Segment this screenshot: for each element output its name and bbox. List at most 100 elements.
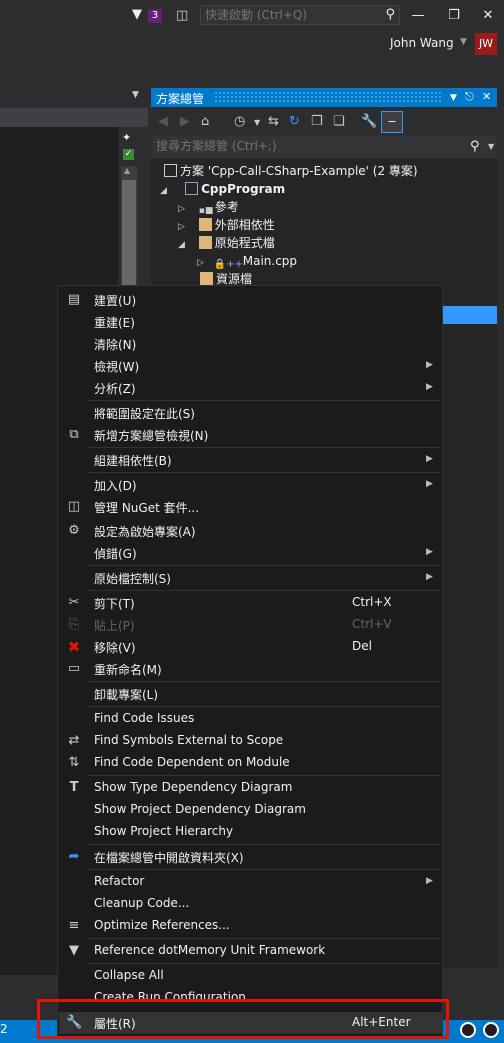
show-all-files-icon[interactable]: ❏ [333,114,345,129]
menu-separator [88,844,440,845]
title-grip[interactable] [214,91,442,103]
tree-main-cpp[interactable]: ▷ 🔒++Main.cpp [197,252,297,270]
menu-item-find-symbols-external[interactable]: ⇄ Find Symbols External to Scope [59,730,442,752]
menu-item-paste[interactable]: ⎘ 貼上(P) Ctrl+V [59,614,442,636]
menu-item-optimize-refs[interactable]: ≡ Optimize References... [59,915,442,937]
tree-references[interactable]: ▷ ▪■參考 [178,198,239,216]
back-icon[interactable]: ◀ [158,114,168,129]
window-position-icon[interactable]: ▼ [450,93,457,103]
avatar[interactable]: JW [475,33,497,55]
solution-search-box[interactable] [151,136,497,158]
menu-item-rebuild[interactable]: 重建(E) [59,311,442,333]
refresh-icon[interactable]: ↻ [289,114,300,129]
pending-changes-icon[interactable]: ◷ [234,114,245,129]
menu-label: Show Project Hierarchy [94,824,234,838]
menu-item-cut[interactable]: ✂ 剪下(T) Ctrl+X [59,592,442,614]
tree-external-deps[interactable]: ▷ 外部相依性 [178,216,275,234]
menu-item-clean[interactable]: 清除(N) [59,333,442,355]
tree-project[interactable]: ◢ CppProgram [160,180,285,198]
menu-item-find-code-dependent[interactable]: ⇅ Find Code Dependent on Module [59,752,442,774]
collapsed-arrow-icon[interactable]: ▷ [197,258,204,268]
expanded-arrow-icon[interactable]: ◢ [178,240,185,250]
submenu-arrow-icon: ▶ [426,547,433,557]
menu-label: Reference dotMemory Unit Framework [94,943,326,957]
menu-item-scope-to-this[interactable]: 將範圍設定在此(S) [59,402,442,424]
feedback-icon[interactable]: ◫ [176,8,188,23]
menu-item-set-startup[interactable]: ⚙ 設定為啟始專案(A) [59,520,442,542]
menu-item-new-se-view[interactable]: ⧉ 新增方案總管檢視(N) [59,424,442,446]
home-icon[interactable]: ⌂ [201,114,209,129]
find-symbols-icon: ⇄ [68,733,80,748]
menu-item-show-project-hierarchy[interactable]: Show Project Hierarchy [59,821,442,843]
notifications-flag-icon[interactable]: ▼ [132,8,146,22]
menu-item-remove[interactable]: ✖ 移除(V) Del [59,636,442,658]
menu-separator [88,681,440,682]
submenu-arrow-icon: ▶ [426,572,433,582]
collapsed-arrow-icon[interactable]: ▷ [178,204,185,214]
close-icon[interactable]: ✕ [474,6,502,26]
menu-label: 管理 NuGet 套件... [94,501,200,515]
menu-item-cleanup-code[interactable]: Cleanup Code... [59,893,442,915]
search-options-icon[interactable]: ▼ [488,142,494,151]
new-window-icon: ⧉ [69,427,79,442]
collapsed-arrow-icon[interactable]: ▷ [178,222,185,232]
menu-label: 移除(V) [94,641,136,655]
tree-selected-row[interactable] [440,306,497,324]
menu-label: Collapse All [94,968,164,982]
pin-icon[interactable]: ⎋ [465,90,474,104]
properties-icon[interactable]: 🔧 [361,114,377,129]
status-indicator-icon[interactable] [483,1022,499,1038]
menu-item-refactor[interactable]: Refactor ▶ [59,871,442,893]
menu-label: 重新命名(M) [94,663,162,677]
tab-overflow-icon[interactable]: ▼ [132,90,139,100]
editor-tab-strip [0,88,148,106]
menu-separator [88,590,440,591]
restore-icon[interactable]: ❐ [440,6,468,26]
pending-dropdown-icon[interactable]: ▼ [254,118,260,127]
notification-badge[interactable]: 3 [148,9,162,23]
sync-icon[interactable]: ⇆ [268,114,279,129]
menu-item-analyze[interactable]: 分析(Z) ▶ [59,377,442,399]
search-icon[interactable]: ⚲ [385,7,395,22]
quick-launch-box[interactable]: ⚲ [200,5,400,25]
menu-item-show-project-dep[interactable]: Show Project Dependency Diagram [59,799,442,821]
menu-item-source-control[interactable]: 原始檔控制(S) ▶ [59,567,442,589]
tree-label: 方案 'Cpp-Call-CSharp-Example' (2 專案) [180,164,418,178]
menu-item-debug[interactable]: 偵錯(G) ▶ [59,542,442,564]
tree-label: 原始程式檔 [214,236,275,250]
menu-item-open-in-explorer[interactable]: ➦ 在檔案總管中開啟資料夾(X) [59,846,442,868]
menu-item-reference-dotmemory[interactable]: ▼ Reference dotMemory Unit Framework [59,940,442,962]
menu-item-rename[interactable]: ▭ 重新命名(M) [59,658,442,680]
menu-item-build[interactable]: ▤ 建置(U) [59,289,442,311]
status-indicator-icon[interactable] [460,1022,476,1038]
menu-item-show-type-dep[interactable]: T Show Type Dependency Diagram [59,777,442,799]
menu-item-find-code-issues[interactable]: Find Code Issues [59,708,442,730]
forward-icon[interactable]: ▶ [180,114,190,129]
menu-item-view[interactable]: 檢視(W) ▶ [59,355,442,377]
menu-item-manage-nuget[interactable]: ◫ 管理 NuGet 套件... [59,496,442,518]
menu-separator [88,472,440,473]
menu-item-add[interactable]: 加入(D) ▶ [59,474,442,496]
quick-launch-input[interactable] [205,7,375,23]
menu-label: 清除(N) [94,338,137,352]
menu-item-build-deps[interactable]: 組建相依性(B) ▶ [59,449,442,471]
menu-label: 分析(Z) [94,382,136,396]
minimize-icon[interactable]: — [404,6,432,26]
collapse-all-icon[interactable]: ❐ [311,114,323,129]
tree-solution[interactable]: 方案 'Cpp-Call-CSharp-Example' (2 專案) [164,162,418,180]
expanded-arrow-icon[interactable]: ◢ [160,186,167,196]
editor-nav-bar[interactable] [0,108,148,127]
solution-search-input[interactable] [156,139,436,153]
close-panel-icon[interactable]: ✕ [482,90,491,103]
scroll-up-icon[interactable]: ▲ [124,166,130,175]
tree-source-files[interactable]: ◢ 原始程式檔 [178,234,275,252]
menu-label: Cleanup Code... [94,896,190,910]
split-window-icon[interactable]: ✦ [122,131,131,144]
menu-item-collapse-all[interactable]: Collapse All [59,965,442,987]
menu-item-unload-project[interactable]: 卸載專案(L) [59,683,442,705]
user-name[interactable]: John Wang [390,36,454,50]
preview-selected-icon[interactable]: − [381,111,403,133]
search-icon[interactable]: ⚲ [470,139,480,154]
menu-label: 偵錯(G) [94,547,137,561]
user-dropdown-icon[interactable]: ▼ [460,37,467,47]
